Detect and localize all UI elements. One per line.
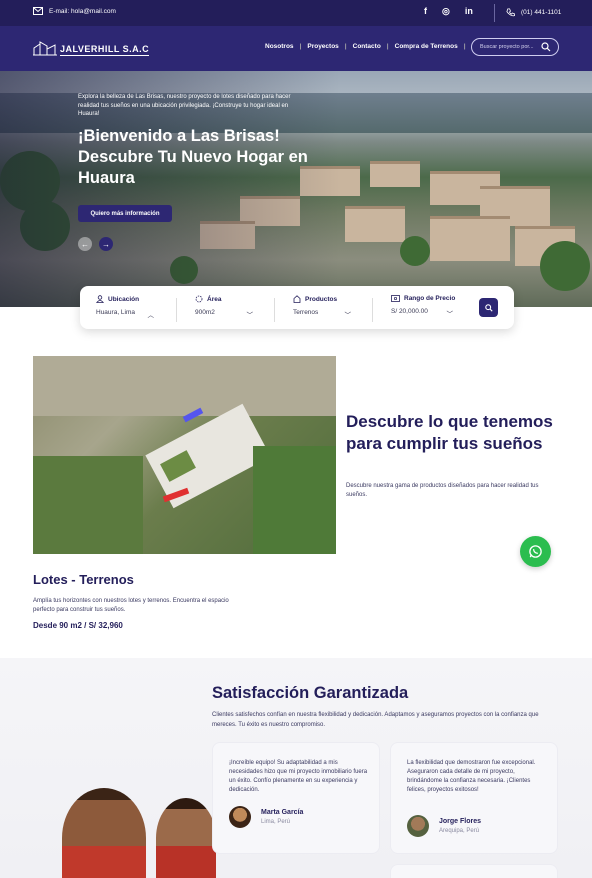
filter-productos-label: Productos [305,295,338,303]
top-bar: E-mail: hola@mail.com f ◎ in (01) 441-11… [0,0,592,26]
filter-label: Productos [293,295,373,303]
filter-value: 900m2 ﹀ [195,309,253,319]
whatsapp-icon [529,545,542,558]
filter-divider [274,298,275,322]
testimonial-name: Marta García [261,809,304,816]
filter-area[interactable]: Área 900m2 ﹀ [195,295,275,320]
testimonial-card: La flexibilidad que demostraron fue exce… [390,742,558,854]
search-placeholder: Buscar proyecto por... [480,44,534,50]
hero-banner: Explora la belleza de Las Brisas, nuestr… [0,71,592,307]
phone-icon [506,8,515,17]
filter-divider [176,298,177,322]
filter-ubicacion[interactable]: Ubicación Huaura, Lima ︿ [96,295,176,319]
satisfaction-section: Satisfacción Garantizada Clientes satisf… [0,658,592,878]
nav-item-compra-terrenos[interactable]: Compra de Terrenos [389,43,464,50]
testimonial-card [390,864,558,878]
chevron-down-icon: ﹀ [246,312,254,319]
feature-title: Descubre lo que tenemos para cumplir tus… [346,412,553,453]
brand-name: JALVERHILL S.A.C [60,44,150,56]
testimonial-quote: ¡Increíble equipo! Su adaptabilidad a mi… [229,760,368,793]
social-links: f ◎ in [424,6,473,17]
satisfaction-title: Satisfacción Garantizada [212,684,409,702]
main-navbar: JALVERHILL S.A.C Nosotros | Proyectos | Co… [0,26,592,71]
email-text: E-mail: hola@mail.com [49,7,116,15]
user-location-icon [96,295,104,303]
search-icon[interactable] [541,42,551,52]
chevron-up-icon: ︿ [147,312,155,319]
arrow-left-icon: ← [81,239,89,249]
nav-divider: | [463,43,466,50]
aerial-project-image [33,356,336,554]
testimonial-location: Arequipa, Perú [439,828,480,834]
filter-precio-label: Rango de Precio [404,295,456,302]
chevron-down-icon: ﹀ [446,311,454,318]
filter-value: S/ 20,000.00 ﹀ [391,308,453,318]
hero-intro: Explora la belleza de Las Brisas, nuestr… [78,94,291,117]
instagram-icon[interactable]: ◎ [442,6,450,17]
more-info-button[interactable]: Quiero más información [78,205,172,222]
filter-ubicacion-value: Huaura, Lima [96,309,136,316]
nav-item-proyectos[interactable]: Proyectos [301,43,344,50]
property-filter-bar: Ubicación Huaura, Lima ︿ Área 900m2 ﹀ Prod… [80,286,514,329]
filter-area-label: Área [207,295,222,303]
slider-next-button[interactable]: → [99,237,113,251]
building-logo-icon [33,41,57,56]
area-icon [195,295,203,303]
lots-title: Lotes - Terrenos [33,572,134,587]
testimonial-quote: La flexibilidad que demostraron fue exce… [407,760,536,793]
contact-phone[interactable]: (01) 441-1101 [506,8,561,17]
avatar [229,806,251,828]
linkedin-icon[interactable]: in [465,6,473,17]
phone-text: (01) 441-1101 [521,9,562,16]
nav-item-nosotros[interactable]: Nosotros [259,43,300,50]
filter-label: Área [195,295,275,303]
contact-email[interactable]: E-mail: hola@mail.com [33,7,116,15]
arrow-right-icon: → [102,239,110,249]
whatsapp-button[interactable] [520,536,551,567]
filter-precio-value: S/ 20,000.00 [391,308,428,315]
topbar-divider [494,4,495,22]
filter-label: Ubicación [96,295,176,303]
testimonial-location: Lima, Perú [261,819,291,825]
chevron-down-icon: ﹀ [344,312,352,319]
home-icon [293,295,301,303]
search-icon [484,303,493,312]
lots-description: Amplía tus horizontes con nuestros lotes… [33,598,229,613]
avatar [407,815,429,837]
filter-search-button[interactable] [479,298,498,317]
testimonial-name: Jorge Flores [439,818,482,825]
mail-icon [33,7,43,15]
facebook-icon[interactable]: f [424,6,427,17]
filter-precio[interactable]: Rango de Precio S/ 20,000.00 ﹀ [391,295,476,318]
lots-price: Desde 90 m2 / S/ 32,960 [33,621,123,630]
filter-value: Huaura, Lima ︿ [96,309,154,319]
filter-productos[interactable]: Productos Terrenos ﹀ [293,295,373,319]
nav-menu: Nosotros | Proyectos | Contacto | Compra de… [259,43,466,50]
nav-item-contacto[interactable]: Contacto [347,43,387,50]
search-input[interactable]: Buscar proyecto por... [471,38,559,56]
filter-divider [372,298,373,322]
satisfaction-intro: Clientes satisfechos confían en nuestra … [212,712,539,728]
filter-label: Rango de Precio [391,295,476,302]
filter-area-value: 900m2 [195,309,215,316]
filter-productos-value: Terrenos [293,309,319,316]
filter-value: Terrenos ﹀ [293,309,351,319]
testimonial-card: ¡Increíble equipo! Su adaptabilidad a mi… [212,742,380,854]
filter-ubicacion-label: Ubicación [108,295,140,303]
slider-prev-button[interactable]: ← [78,237,92,251]
feature-subtitle: Descubre nuestra gama de productos diseñ… [346,483,539,498]
price-icon [391,295,400,302]
hero-title: ¡Bienvenido a Las Brisas! Descubre Tu Nu… [78,127,308,187]
brand-logo[interactable]: JALVERHILL S.A.C [33,40,150,56]
